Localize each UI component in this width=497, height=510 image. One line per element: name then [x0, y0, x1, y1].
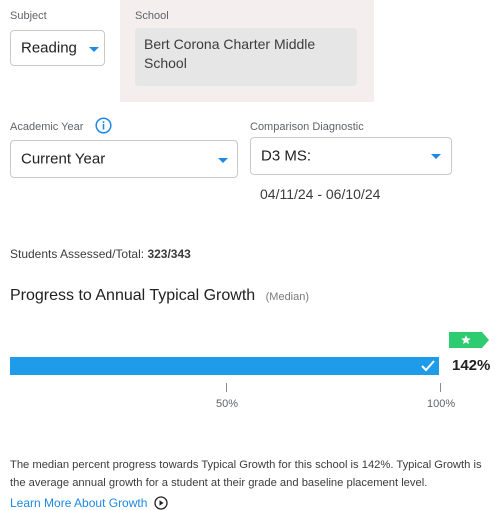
progress-bar — [10, 357, 439, 375]
subject-select[interactable]: Reading — [10, 30, 105, 66]
subject-value: Reading — [21, 39, 77, 57]
tick-100 — [440, 383, 441, 392]
checkmark-icon — [421, 360, 435, 372]
school-label: School — [135, 10, 169, 22]
academic-year-label: Academic Year — [10, 121, 84, 133]
subject-label: Subject — [10, 10, 47, 22]
school-field: Bert Corona Charter Middle School — [135, 28, 357, 86]
students-assessed-label: Students Assessed/Total: — [10, 247, 145, 261]
academic-year-value: Current Year — [21, 150, 106, 168]
progress-title-text: Progress to Annual Typical Growth — [10, 287, 256, 304]
comparison-select[interactable]: D3 MS: — [250, 137, 452, 175]
progress-value: 142% — [452, 357, 491, 374]
chevron-down-icon — [431, 154, 441, 159]
comparison-value: D3 MS: — [261, 147, 312, 165]
tick-50 — [226, 383, 227, 392]
academic-year-select[interactable]: Current Year — [10, 140, 238, 178]
students-assessed-value: 323/343 — [147, 247, 191, 261]
chevron-down-icon — [89, 47, 99, 52]
progress-title: Progress to Annual Typical Growth (Media… — [10, 287, 309, 305]
info-icon[interactable] — [95, 117, 112, 134]
comparison-date-range: 04/11/24 - 06/10/24 — [260, 186, 381, 202]
progress-subtitle: (Median) — [265, 291, 310, 303]
growth-description: The median percent progress towards Typi… — [10, 459, 482, 489]
chevron-down-icon — [218, 158, 228, 163]
learn-more-text: Learn More About Growth — [10, 496, 148, 510]
learn-more-link[interactable]: Learn More About Growth — [10, 496, 168, 510]
students-assessed: Students Assessed/Total: 323/343 — [10, 247, 191, 261]
tick-100-label: 100% — [427, 398, 456, 410]
comparison-label: Comparison Diagnostic — [250, 121, 364, 133]
tick-50-label: 50% — [216, 398, 239, 410]
play-circle-icon — [154, 496, 168, 510]
star-badge — [449, 332, 489, 348]
